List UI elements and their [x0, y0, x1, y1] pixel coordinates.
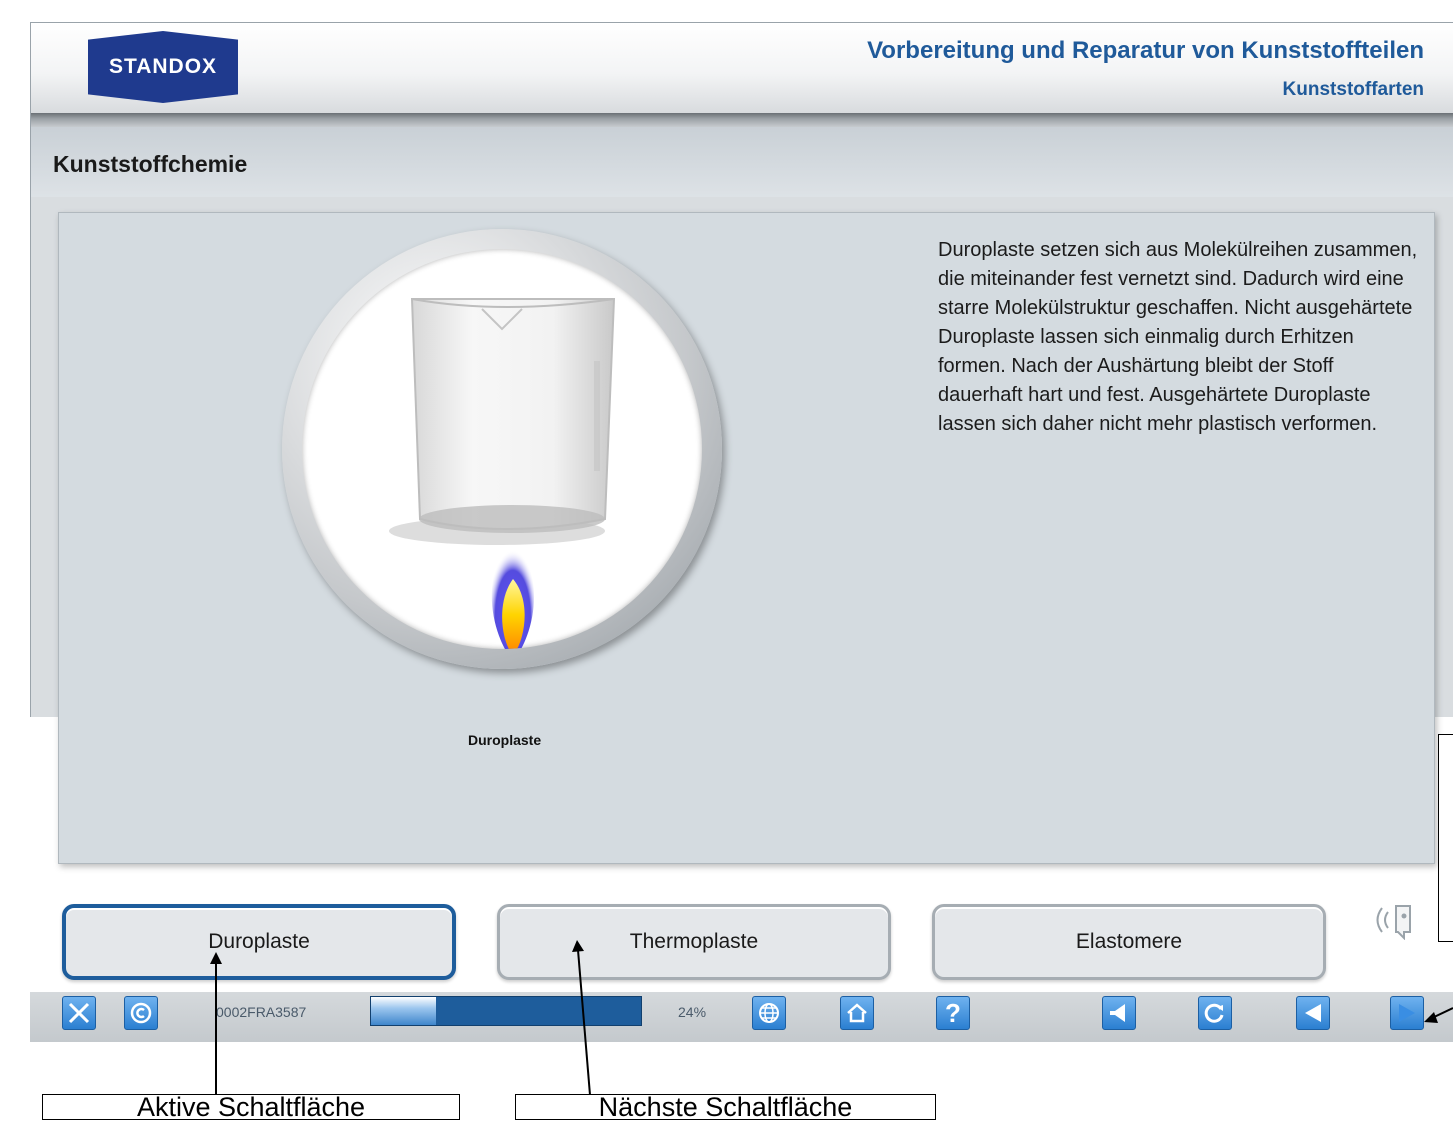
callout-box-right — [1438, 734, 1453, 942]
callout-arrows — [210, 940, 1453, 1096]
callout-next-button: Nächste Schaltfläche — [515, 1092, 936, 1122]
callout-active-button: Aktive Schaltfläche — [42, 1092, 460, 1122]
